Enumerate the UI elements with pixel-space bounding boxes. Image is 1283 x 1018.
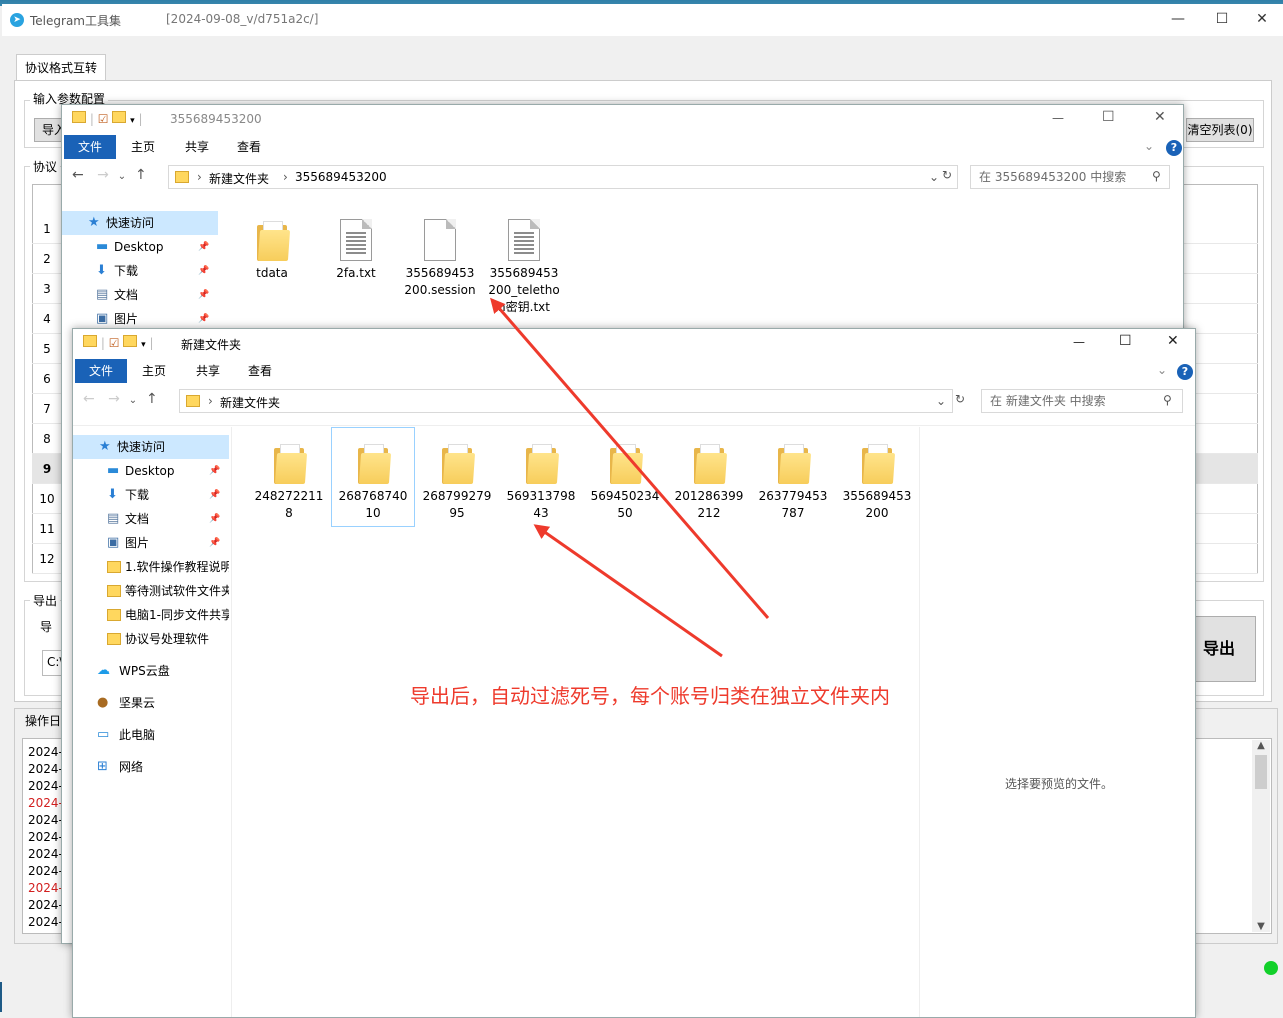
annotation-layer (490, 297, 770, 658)
annotation-arrow-up (490, 297, 770, 619)
annotation-arrow-folders (533, 524, 723, 658)
annotation-text: 导出后，自动过滤死号，每个账号归类在独立文件夹内 (410, 684, 890, 708)
